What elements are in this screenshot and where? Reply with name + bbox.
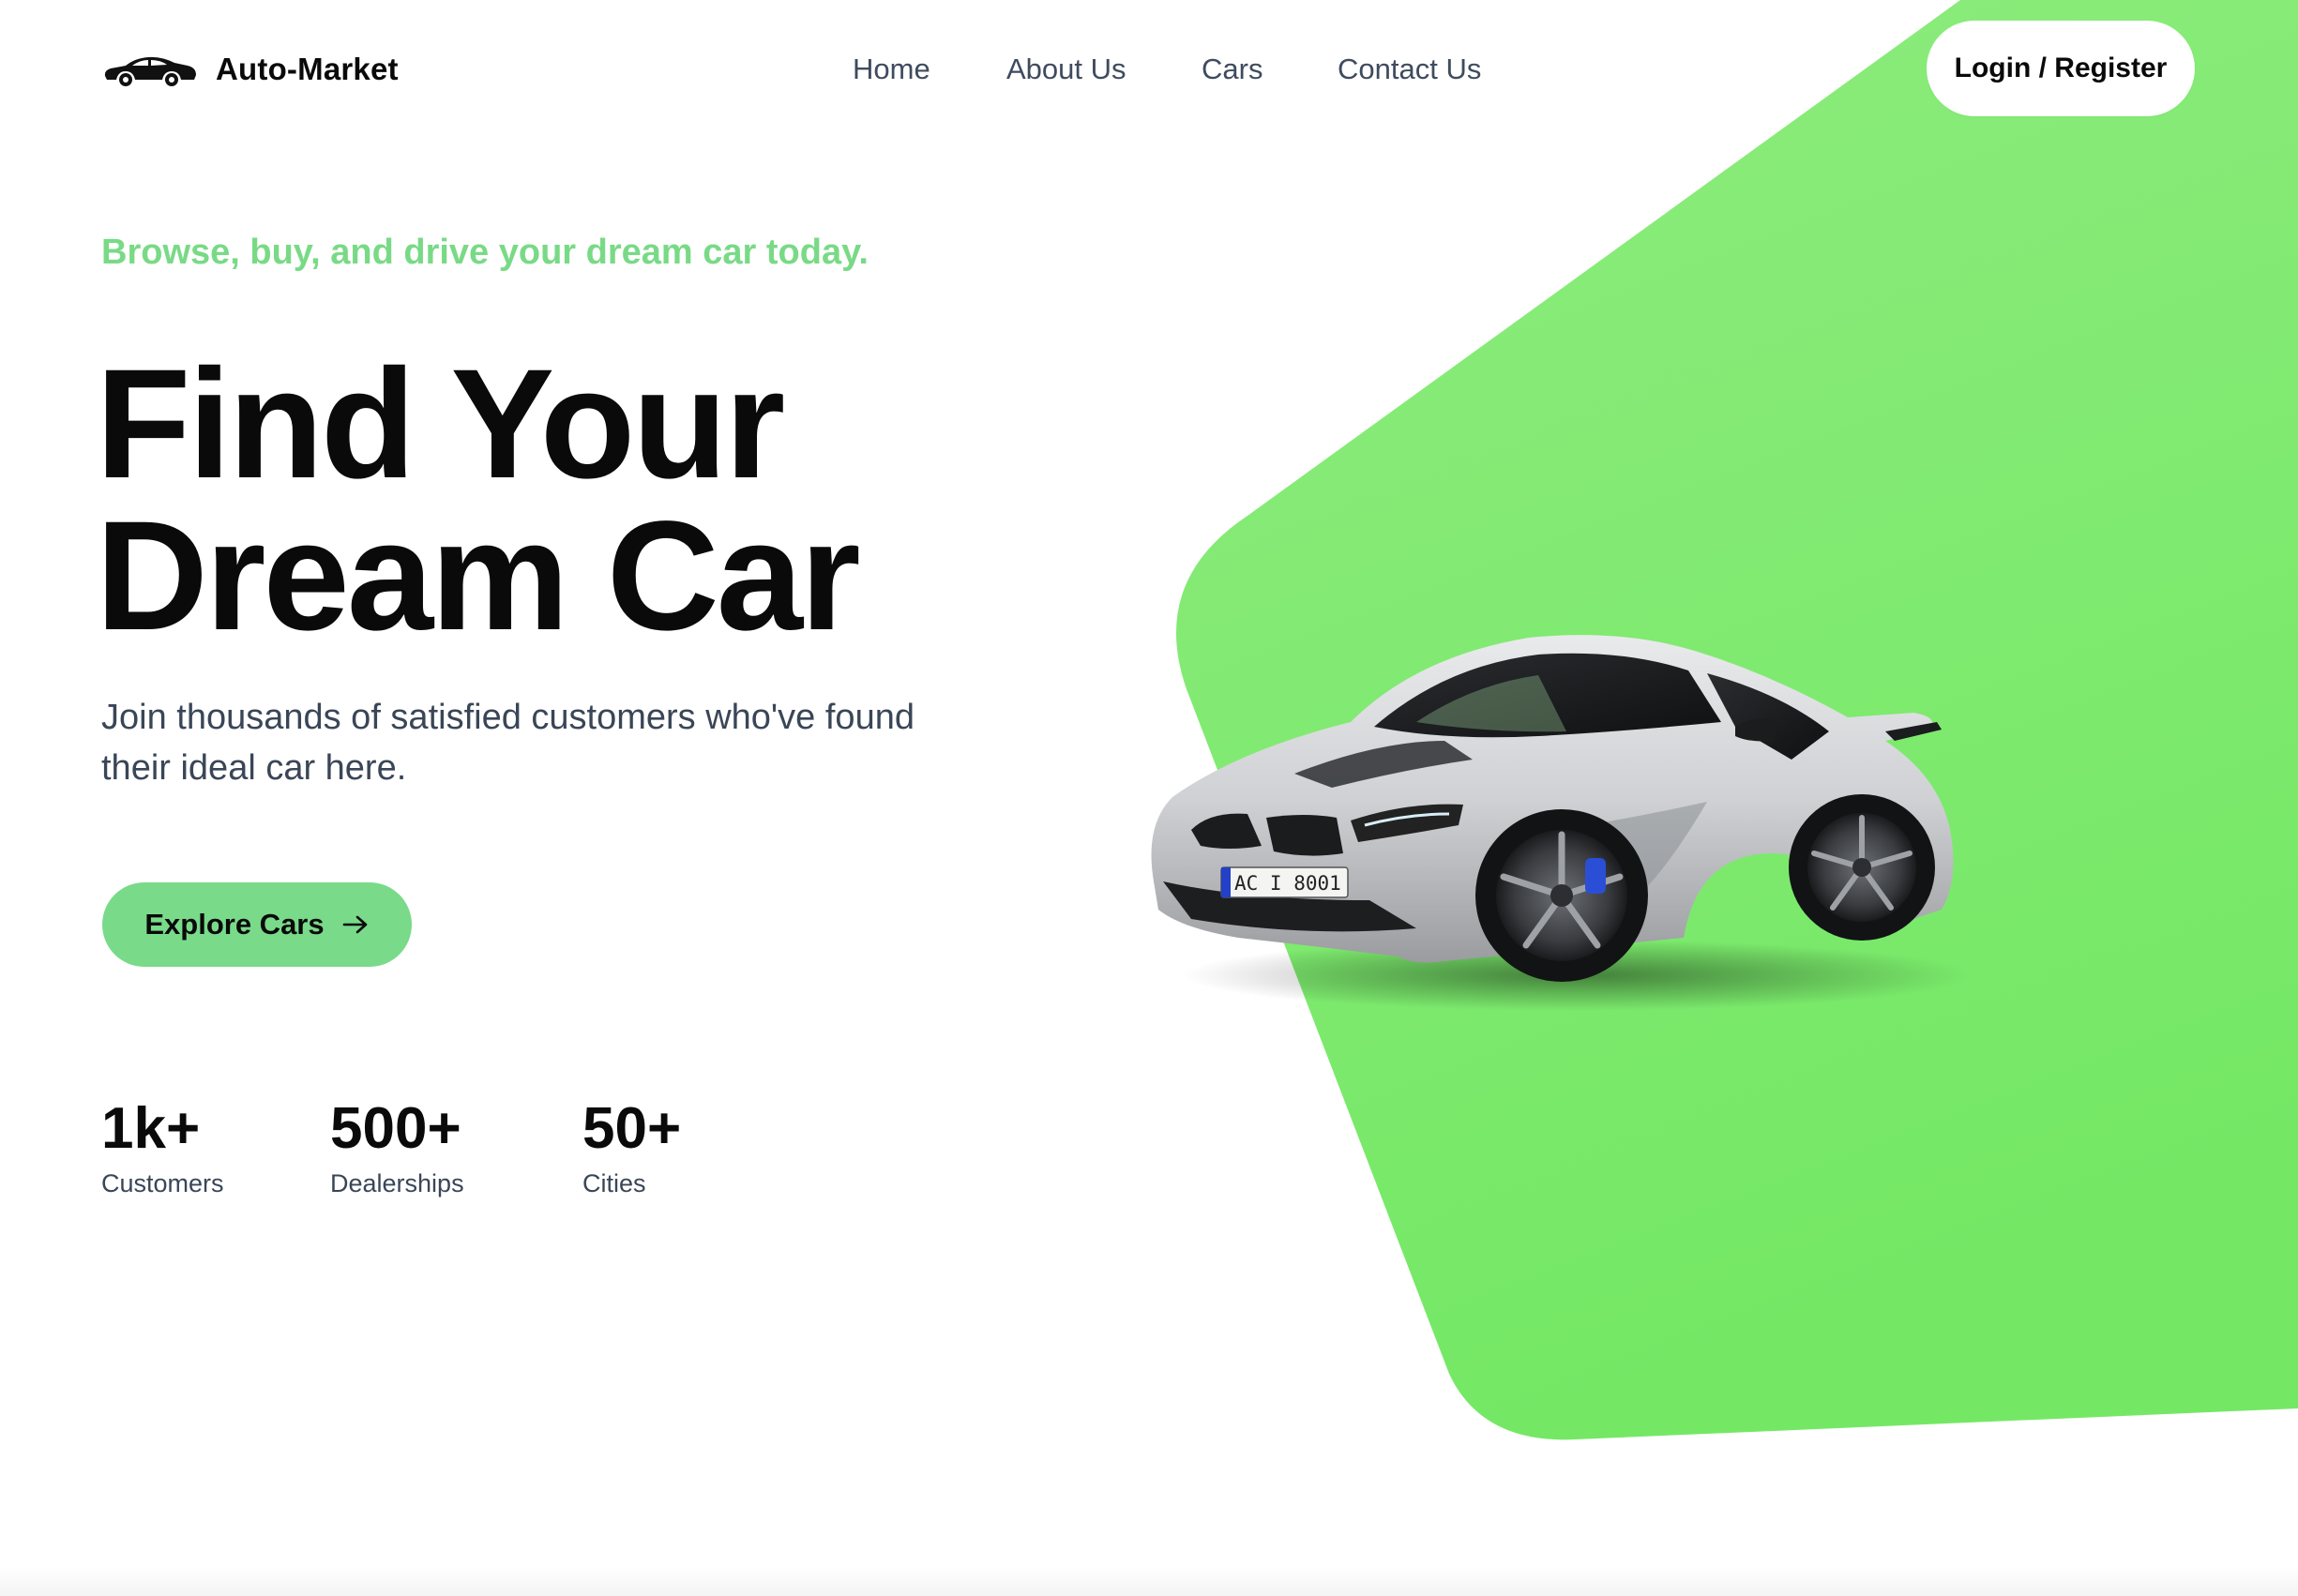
stat-value: 50+ bbox=[582, 1096, 682, 1161]
stat-dealerships: 500+ Dealerships bbox=[330, 1095, 464, 1200]
nav-about-us[interactable]: About Us bbox=[1006, 47, 1126, 92]
hero-subtitle: Join thousands of satisfied customers wh… bbox=[101, 698, 915, 788]
license-plate-text: AC I 8001 bbox=[1234, 872, 1341, 895]
headline-line-1: Find Your bbox=[96, 338, 785, 511]
stat-value: 500+ bbox=[330, 1096, 461, 1161]
stat-customers: 1k+ Customers bbox=[101, 1095, 224, 1200]
landing-page: Auto-Market Home About Us Cars Contact U… bbox=[0, 0, 2298, 1596]
stat-cities: 50+ Cities bbox=[582, 1095, 681, 1200]
brand-logo[interactable]: Auto-Market bbox=[101, 47, 399, 92]
explore-cars-button[interactable]: Explore Cars bbox=[102, 882, 412, 967]
car-icon bbox=[104, 56, 196, 86]
arrow-right-icon bbox=[342, 915, 367, 934]
hero-car-image: AC I 8001 bbox=[1151, 635, 1970, 1011]
headline-line-2: Dream Car bbox=[96, 489, 861, 663]
site-header: Auto-Market Home About Us Cars Contact U… bbox=[0, 0, 2298, 139]
explore-cars-label: Explore Cars bbox=[144, 908, 325, 941]
stat-label: Customers bbox=[101, 1169, 224, 1197]
stat-value: 1k+ bbox=[101, 1096, 201, 1161]
nav-contact-us[interactable]: Contact Us bbox=[1338, 47, 1481, 92]
hero-tagline: Browse, buy, and drive your dream car to… bbox=[101, 233, 869, 272]
brand-name: Auto-Market bbox=[216, 52, 399, 86]
login-register-button[interactable]: Login / Register bbox=[1927, 21, 2195, 116]
stat-label: Dealerships bbox=[330, 1169, 464, 1197]
hero-headline: Find Your Dream Car bbox=[96, 338, 861, 663]
stat-label: Cities bbox=[582, 1169, 646, 1197]
bottom-fade bbox=[0, 1566, 2298, 1596]
nav-cars[interactable]: Cars bbox=[1202, 47, 1262, 92]
nav-home[interactable]: Home bbox=[853, 47, 930, 92]
